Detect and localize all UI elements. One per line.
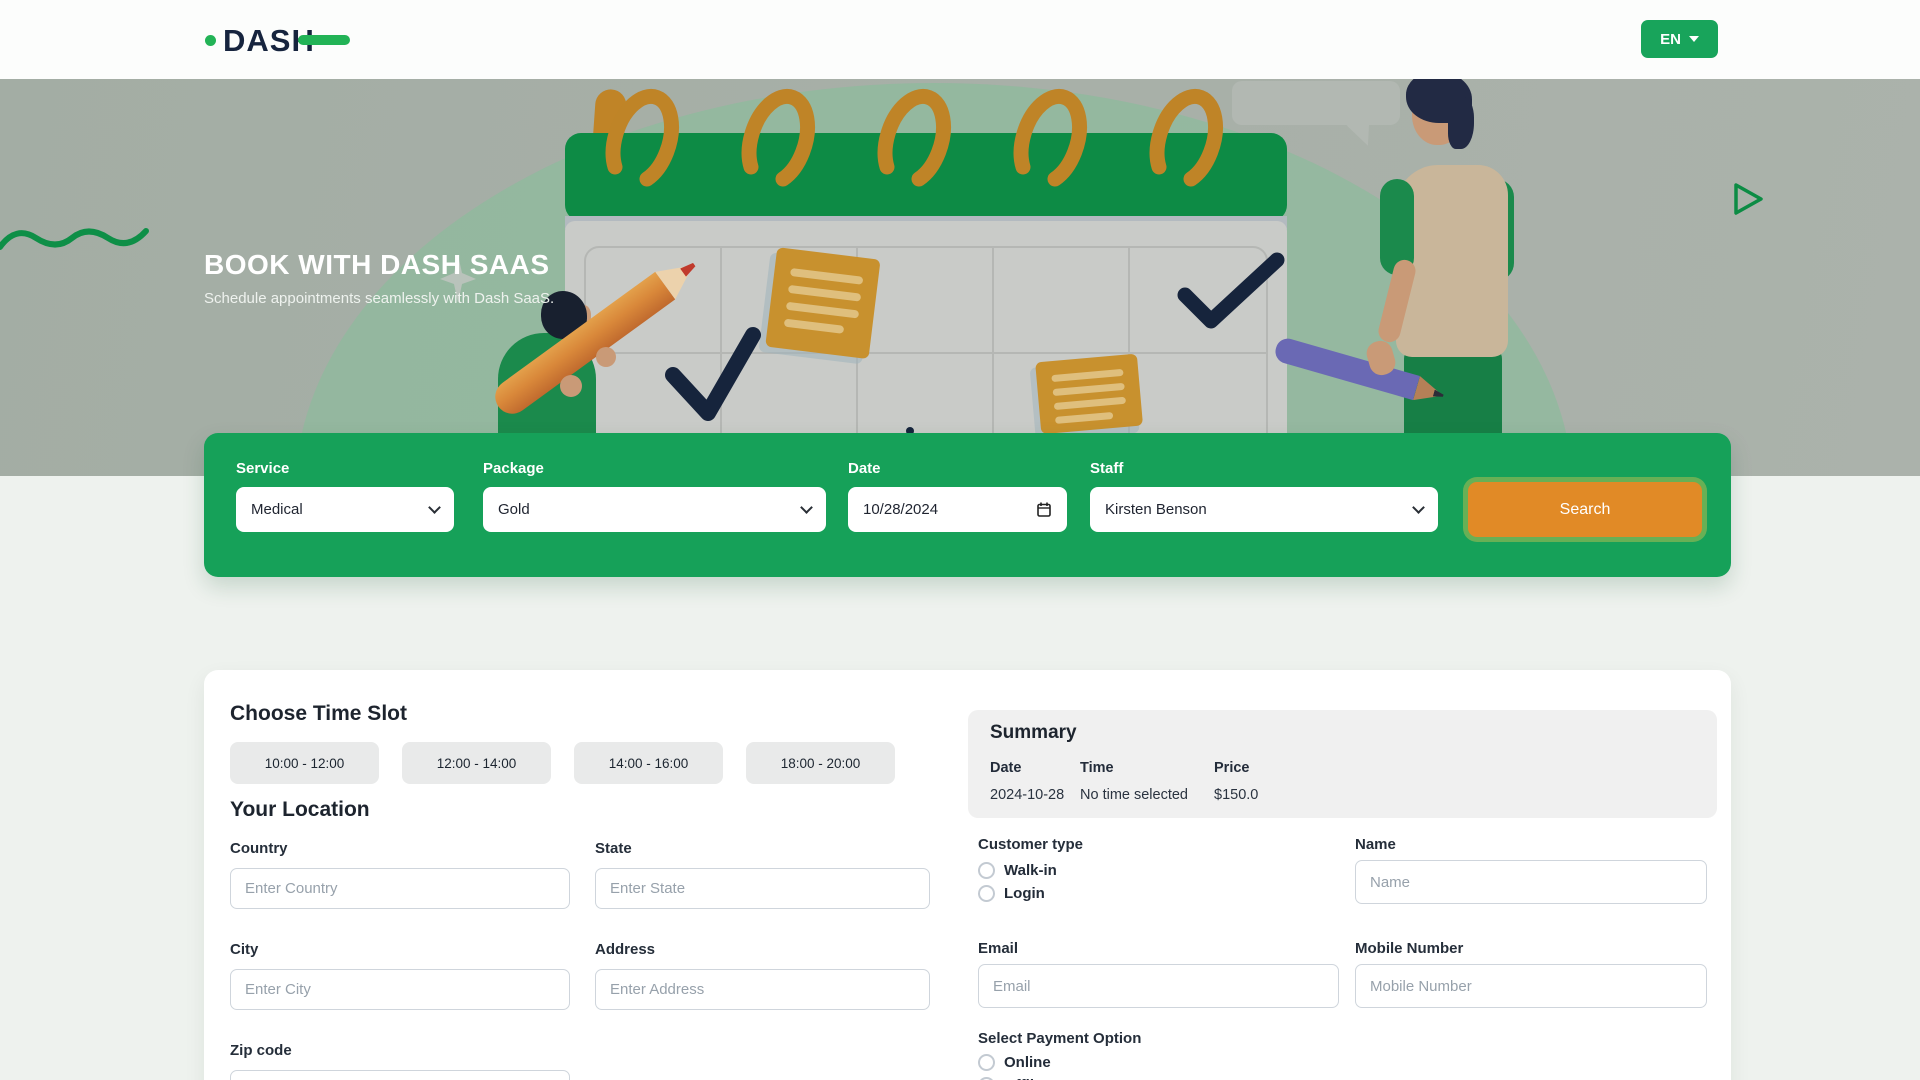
person-left-hand-2 [596,347,616,367]
service-select[interactable]: Medical [236,487,454,532]
date-label: Date [848,460,881,477]
mobile-label: Mobile Number [1355,940,1463,957]
language-dropdown-button[interactable]: EN [1641,20,1718,58]
staff-value: Kirsten Benson [1105,501,1207,518]
state-input[interactable] [595,868,930,909]
radio-icon [978,885,995,902]
summary-price-value: $150.0 [1214,787,1258,803]
staff-select[interactable]: Kirsten Benson [1090,487,1438,532]
summary-date-label: Date [990,760,1021,776]
staff-label: Staff [1090,460,1123,477]
online-payment-radio[interactable]: Online [978,1054,1051,1071]
chevron-down-icon [1412,501,1425,514]
country-label: Country [230,840,288,857]
location-heading: Your Location [230,798,370,822]
payment-option-label: Select Payment Option [978,1030,1141,1047]
squiggle-decoration [0,217,160,261]
summary-time-value: No time selected [1080,787,1188,803]
summary-date-value: 2024-10-28 [990,787,1064,803]
time-slot-button[interactable]: 18:00 - 20:00 [746,742,895,784]
chevron-down-icon [428,501,441,514]
summary-heading: Summary [990,722,1077,744]
login-radio[interactable]: Login [978,885,1045,902]
summary-time-label: Time [1080,760,1114,776]
chevron-down-icon [800,501,813,514]
hero-subtitle: Schedule appointments seamlessly with Da… [204,290,554,307]
time-slot-list: 10:00 - 12:00 12:00 - 14:00 14:00 - 16:0… [230,742,895,784]
search-button[interactable]: Search [1468,482,1702,537]
language-label: EN [1660,31,1681,48]
person-right-hair-back [1448,97,1474,149]
hero-banner: BOOK WITH DASH SAAS Schedule appointment… [0,79,1920,476]
package-value: Gold [498,501,530,518]
time-slot-button[interactable]: 14:00 - 16:00 [574,742,723,784]
email-input[interactable] [978,964,1339,1008]
zip-input[interactable] [230,1070,570,1080]
appointment-search-panel: Service Medical Package Gold Date 10/28/… [204,433,1731,577]
city-input[interactable] [230,969,570,1010]
zip-label: Zip code [230,1042,292,1059]
country-input[interactable] [230,868,570,909]
radio-icon [978,862,995,879]
name-label: Name [1355,836,1396,853]
address-input[interactable] [595,969,930,1010]
service-value: Medical [251,501,303,518]
name-input[interactable] [1355,860,1707,904]
logo-dot-icon [205,35,216,46]
hero-title: BOOK WITH DASH SAAS [204,249,550,281]
booking-card: Choose Time Slot 10:00 - 12:00 12:00 - 1… [204,670,1731,1080]
play-icon [1728,179,1768,219]
top-header: DASH EN [0,0,1920,79]
login-label: Login [1004,885,1045,902]
calendar-icon [1036,501,1052,518]
time-slot-button[interactable]: 12:00 - 14:00 [402,742,551,784]
package-select[interactable]: Gold [483,487,826,532]
city-label: City [230,941,258,958]
walk-in-label: Walk-in [1004,862,1057,879]
time-slot-heading: Choose Time Slot [230,702,407,726]
summary-panel: Summary Date Time Price 2024-10-28 No ti… [968,710,1717,818]
dash-logo[interactable]: DASH [205,20,350,60]
email-label: Email [978,940,1018,957]
package-label: Package [483,460,544,477]
summary-price-label: Price [1214,760,1249,776]
radio-icon [978,1054,995,1071]
date-input[interactable]: 10/28/2024 [848,487,1067,532]
date-value: 10/28/2024 [863,501,938,518]
logo-dash-icon [298,35,350,45]
mobile-input[interactable] [1355,964,1707,1008]
customer-type-label: Customer type [978,836,1083,853]
address-label: Address [595,941,655,958]
service-label: Service [236,460,289,477]
booking-page: DASH EN [0,0,1920,1080]
person-left-hand [560,375,582,397]
caret-down-icon [1689,36,1699,42]
time-slot-button[interactable]: 10:00 - 12:00 [230,742,379,784]
walk-in-radio[interactable]: Walk-in [978,862,1057,879]
state-label: State [595,840,632,857]
online-label: Online [1004,1054,1051,1071]
speech-bubble-tail [1347,118,1378,150]
